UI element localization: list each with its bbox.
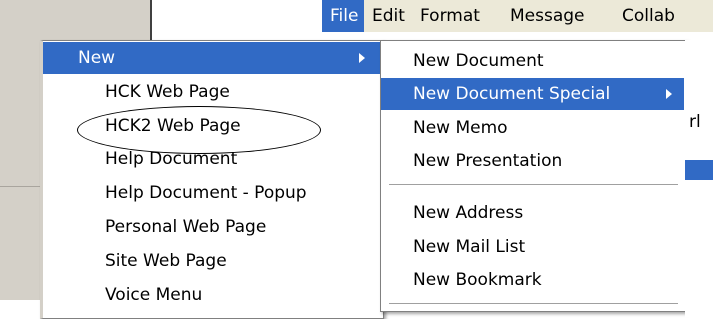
menu-item-new-document-special[interactable]: New Document Special xyxy=(381,78,684,110)
menu-message[interactable]: Message xyxy=(502,0,593,32)
menu-edit[interactable]: Edit xyxy=(364,0,413,32)
menu-item-label: New Document Special xyxy=(413,84,611,104)
submenu-arrow-icon xyxy=(359,53,365,63)
new-submenu: New Document New Document Special New Me… xyxy=(380,40,687,312)
background-highlight-bar xyxy=(685,160,713,180)
menu-item-label: New Address xyxy=(413,203,524,223)
background-window-strip: rl xyxy=(685,40,713,317)
menu-separator xyxy=(389,184,678,185)
menu-bar: File Edit Format Message Collab xyxy=(322,0,713,32)
menu-item-new-bookmark[interactable]: New Bookmark xyxy=(381,264,542,296)
new-menu-header[interactable]: New xyxy=(43,42,380,74)
menu-separator xyxy=(389,303,678,304)
menu-item-hck-web-page[interactable]: HCK Web Page xyxy=(43,76,230,108)
menu-item-new-address[interactable]: New Address xyxy=(381,197,523,229)
menu-item-label: New Mail List xyxy=(413,237,526,257)
menu-format[interactable]: Format xyxy=(412,0,488,32)
submenu-arrow-icon xyxy=(666,89,672,99)
menu-item-new-mail-list[interactable]: New Mail List xyxy=(381,231,525,263)
new-menu: New HCK Web Page HCK2 Web Page Help Docu… xyxy=(40,40,384,319)
new-menu-header-label: New xyxy=(78,48,116,68)
menu-item-new-presentation[interactable]: New Presentation xyxy=(381,145,562,177)
annotation-ellipse xyxy=(77,106,321,154)
menu-item-label: Voice Menu xyxy=(105,285,203,305)
menu-item-new-document[interactable]: New Document xyxy=(381,45,544,77)
menu-item-label: Site Web Page xyxy=(105,251,227,271)
menu-file[interactable]: File xyxy=(322,0,364,32)
menu-collab[interactable]: Collab xyxy=(614,0,683,32)
menu-item-label: New Memo xyxy=(413,118,508,138)
menu-item-personal-web-page[interactable]: Personal Web Page xyxy=(43,211,266,243)
menu-item-label: Help Document - Popup xyxy=(105,183,307,203)
menu-item-label: HCK Web Page xyxy=(105,82,230,102)
menu-item-label: New Presentation xyxy=(413,151,563,171)
menu-item-label: New Bookmark xyxy=(413,270,542,290)
window-edge xyxy=(150,0,152,40)
menu-item-label: New Document xyxy=(413,51,544,71)
menu-item-help-document-popup[interactable]: Help Document - Popup xyxy=(43,177,307,209)
menu-item-new-memo[interactable]: New Memo xyxy=(381,112,508,144)
menu-item-voice-menu[interactable]: Voice Menu xyxy=(43,279,202,311)
menu-item-site-web-page[interactable]: Site Web Page xyxy=(43,245,227,277)
menu-item-label: Personal Web Page xyxy=(105,217,267,237)
partial-text: rl xyxy=(689,112,701,132)
